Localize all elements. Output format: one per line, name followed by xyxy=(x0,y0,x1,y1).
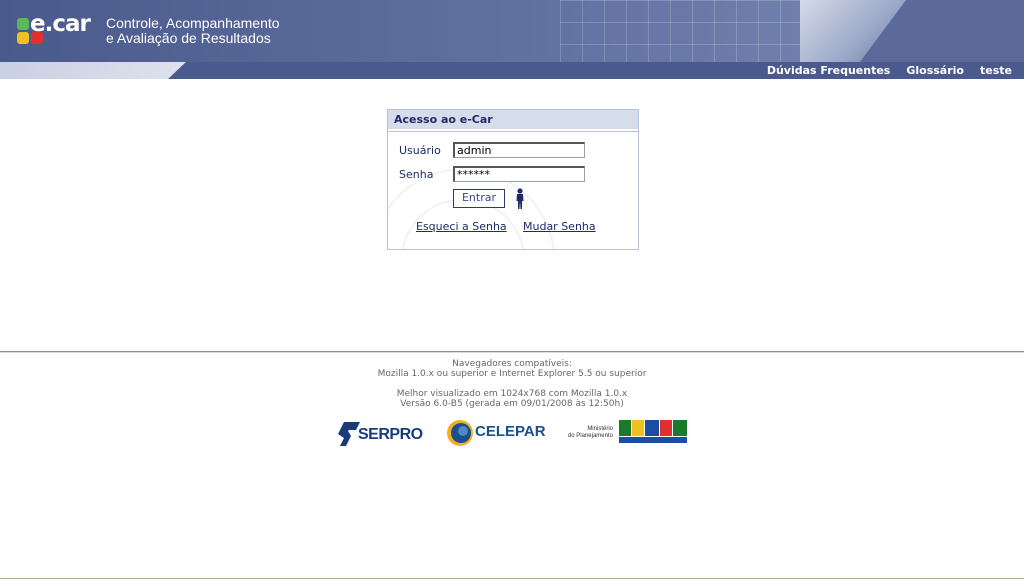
login-title: Acesso ao e-Car xyxy=(388,110,638,131)
nav-links: Dúvidas Frequentes Glossário teste xyxy=(767,64,1012,77)
brand-name: e.car xyxy=(30,11,91,37)
government-logo: Ministério do Planejamento xyxy=(561,416,689,450)
forgot-password-link[interactable]: Esqueci a Senha xyxy=(416,220,507,233)
nav-link-glossary[interactable]: Glossário xyxy=(906,64,964,77)
password-label: Senha xyxy=(399,168,434,181)
top-nav: Dúvidas Frequentes Glossário teste xyxy=(0,62,1024,79)
login-panel: Acesso ao e-Car Usuário Senha Entrar Esq… xyxy=(387,109,639,250)
header-decoration xyxy=(560,0,840,62)
app-title-line1: Controle, Acompanhamento xyxy=(106,15,280,31)
footer-best-view: Melhor visualizado em 1024x768 com Mozil… xyxy=(396,389,628,399)
app-header: e.car Controle, Acompanhamento e Avaliaç… xyxy=(0,0,1024,62)
logo-dot-green xyxy=(17,18,29,30)
page-bottom-border xyxy=(0,578,1024,579)
footer-divider-shadow xyxy=(0,352,1024,353)
nav-link-faq[interactable]: Dúvidas Frequentes xyxy=(767,64,891,77)
footer-browsers-list: Mozilla 1.0.x ou superior e Internet Exp… xyxy=(377,369,647,379)
footer-browsers-title: Navegadores compatíveis: xyxy=(452,359,572,369)
username-input[interactable] xyxy=(453,142,585,158)
celepar-logo: CELEPAR xyxy=(446,416,546,450)
nav-link-user[interactable]: teste xyxy=(980,64,1012,77)
change-password-link[interactable]: Mudar Senha xyxy=(523,220,596,233)
login-button[interactable]: Entrar xyxy=(453,189,505,208)
logo-dot-yellow xyxy=(17,32,29,44)
username-label: Usuário xyxy=(399,144,441,157)
nav-decoration xyxy=(0,62,186,79)
person-icon xyxy=(516,188,524,209)
serpro-logo: SERPRO xyxy=(338,416,430,450)
ministry-label: Ministério do Planejamento xyxy=(567,426,613,439)
footer-version: Versão 6.0-B5 (gerada em 09/01/2008 às 1… xyxy=(400,399,624,409)
celepar-globe-icon xyxy=(447,420,473,446)
password-input[interactable] xyxy=(453,166,585,182)
app-title-line2: e Avaliação de Resultados xyxy=(106,30,271,46)
brasil-logo xyxy=(619,420,687,443)
